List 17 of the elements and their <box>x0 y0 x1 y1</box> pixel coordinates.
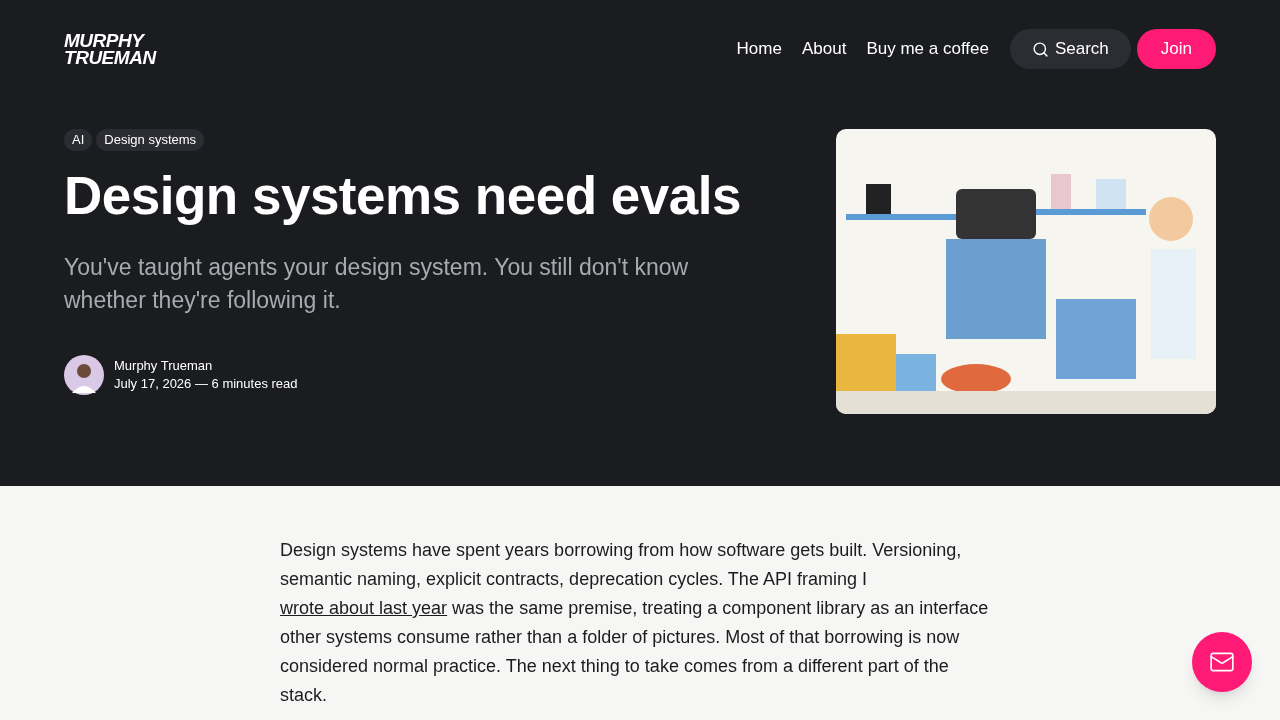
join-button[interactable]: Join <box>1136 29 1216 69</box>
logo[interactable]: MURPHY TRUEMAN <box>64 32 156 66</box>
author-name[interactable]: Murphy Trueman <box>114 357 298 375</box>
tag[interactable]: AI <box>64 129 93 151</box>
article-paragraph: Design systems have spent years borrowing from how software gets built. Versioning, semantic naming, explicit contracts, deprecation cycles. The API framing I wrote about last year was the same premise, treating a component library as an interface other systems consume rather than a folder of pictures. Most of that borrowing is now considered normal practice. The next thing to take comes from a different part of the stack. <box>280 539 990 707</box>
nav-link[interactable]: About <box>794 36 854 62</box>
inline-link[interactable]: wrote about last year <box>280 598 448 618</box>
nav-link[interactable]: Home <box>729 36 789 62</box>
nav-link[interactable]: Buy me a coffee <box>859 36 996 62</box>
post-meta: July 17, 2026 — 6 minutes read <box>114 375 298 393</box>
article-subtitle: You've taught agents your design system. You still don't know whether they're following it. <box>64 253 690 315</box>
tag[interactable]: Design systems <box>96 129 205 151</box>
search-button[interactable]: Search <box>1009 29 1131 69</box>
avatar <box>64 355 104 395</box>
search-icon <box>1031 40 1049 58</box>
article-title: Design systems need evals <box>64 166 742 226</box>
contact-button[interactable] <box>1192 632 1252 692</box>
